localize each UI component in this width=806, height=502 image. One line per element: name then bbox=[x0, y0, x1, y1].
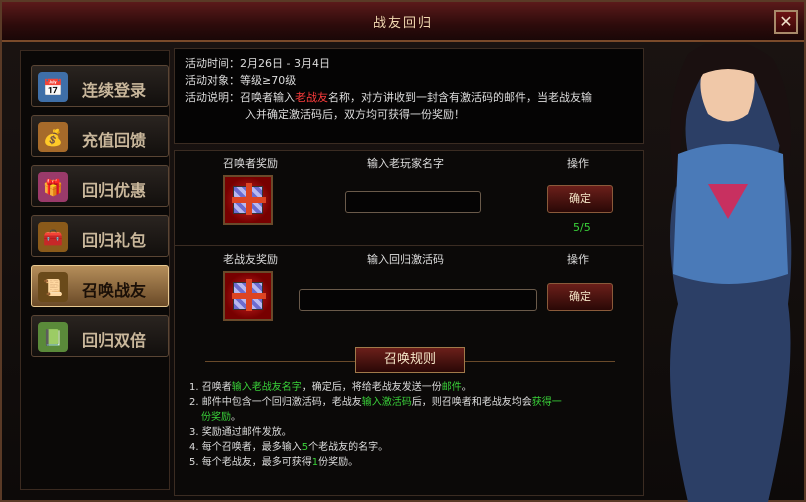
event-target: 活动对象：等级≥70级 bbox=[185, 72, 633, 89]
rule-2-cont: 份奖励。 bbox=[189, 410, 639, 425]
summoner-row: 召唤者奖励 输入老玩家名字 操作 确定 5/5 bbox=[175, 151, 643, 245]
veteran-reward-gift-icon[interactable] bbox=[223, 271, 273, 321]
exp-scroll-icon: 📗 bbox=[38, 322, 68, 352]
rules-list: 1. 召唤者输入老战友名字，确定后，将给老战友发送一份邮件。 2. 邮件中包含一… bbox=[189, 380, 639, 470]
rule-1: 1. 召唤者输入老战友名字，确定后，将给老战友发送一份邮件。 bbox=[189, 380, 639, 395]
sidebar-item-label: 回归双倍 bbox=[82, 331, 147, 350]
sidebar-item-recharge[interactable]: 💰 充值回馈 bbox=[31, 115, 169, 157]
rule-5: 5. 每个老战友，最多可获得1份奖励。 bbox=[189, 455, 639, 470]
summoner-reward-gift-icon[interactable] bbox=[223, 175, 273, 225]
activation-code-input[interactable] bbox=[299, 289, 537, 311]
veteran-reward-header: 老战友奖励 bbox=[223, 253, 278, 266]
summoner-reward-header: 召唤者奖励 bbox=[223, 157, 278, 170]
sidebar-item-label: 回归优惠 bbox=[82, 181, 147, 200]
rule-text: 4. 每个召唤者，最多输入 bbox=[189, 442, 302, 453]
sidebar: 📅 连续登录 💰 充值回馈 🎁 回归优惠 🧰 回归礼包 📜 召唤战友 📗 回归双… bbox=[20, 50, 170, 490]
sidebar-item-return-pack[interactable]: 🧰 回归礼包 bbox=[31, 215, 169, 257]
event-time-value: 2月26日 - 3月4日 bbox=[240, 57, 330, 70]
rule-text: 。 bbox=[461, 382, 472, 393]
summon-confirm-button[interactable]: 确定 bbox=[547, 185, 613, 213]
character-portrait bbox=[670, 44, 792, 502]
rule-highlight: 输入激活码 bbox=[361, 397, 412, 408]
money-bag-icon: 💰 bbox=[38, 122, 68, 152]
veteran-row: 老战友奖励 输入回归激活码 操作 确定 bbox=[175, 247, 643, 341]
rules-title: 召唤规则 bbox=[355, 347, 465, 373]
sidebar-item-summon-friends[interactable]: 📜 召唤战友 bbox=[31, 265, 169, 307]
rule-text: 。 bbox=[231, 412, 241, 423]
gift-icon: 🎁 bbox=[38, 172, 68, 202]
sidebar-item-return-double[interactable]: 📗 回归双倍 bbox=[31, 315, 169, 357]
veteran-name-input[interactable] bbox=[345, 191, 481, 213]
event-time-label: 活动时间： bbox=[185, 57, 240, 70]
rule-highlight: 邮件 bbox=[441, 382, 462, 393]
summoner-input-header: 输入老玩家名字 bbox=[367, 157, 444, 170]
event-target-value: 等级≥70级 bbox=[240, 74, 297, 87]
rule-text: 份奖励。 bbox=[318, 457, 359, 468]
rule-text: 5. 每个老战友，最多可获得 bbox=[189, 457, 312, 468]
rule-3: 3. 奖励通过邮件发放。 bbox=[189, 427, 292, 438]
rule-text: 2. 邮件中包含一个回归激活码，老战友 bbox=[189, 397, 362, 408]
summon-count: 5/5 bbox=[573, 221, 591, 234]
event-desc-text: 召唤者输入 bbox=[240, 91, 295, 104]
rule-2: 2. 邮件中包含一个回归激活码，老战友输入激活码后，则召唤者和老战友均会获得一 bbox=[189, 395, 639, 410]
event-desc-label: 活动说明： bbox=[185, 91, 240, 104]
rule-text: 后，则召唤者和老战友均会 bbox=[411, 397, 532, 408]
rules-divider-right bbox=[465, 361, 615, 362]
close-button[interactable]: ✕ bbox=[774, 10, 798, 34]
event-desc: 活动说明：召唤者输入老战友名称，对方讲收到一封含有激活码的邮件，当老战友输 bbox=[185, 89, 633, 106]
event-time: 活动时间：2月26日 - 3月4日 bbox=[185, 55, 633, 72]
sidebar-item-consecutive-login[interactable]: 📅 连续登录 bbox=[31, 65, 169, 107]
summoner-action-header: 操作 bbox=[567, 157, 589, 170]
rule-highlight: 获得一 bbox=[531, 397, 562, 408]
rule-highlight: 份奖励 bbox=[201, 412, 231, 423]
sidebar-item-return-discount[interactable]: 🎁 回归优惠 bbox=[31, 165, 169, 207]
rule-4: 4. 每个召唤者，最多输入5个老战友的名字。 bbox=[189, 440, 639, 455]
summon-panel: 召唤者奖励 输入老玩家名字 操作 确定 5/5 老战友奖励 输入回归激活码 操作… bbox=[174, 150, 644, 496]
veteran-action-header: 操作 bbox=[567, 253, 589, 266]
event-desc-highlight: 老战友 bbox=[295, 91, 328, 104]
event-info: 活动时间：2月26日 - 3月4日 活动对象：等级≥70级 活动说明：召唤者输入… bbox=[174, 48, 644, 144]
rule-highlight: 输入老战友名字 bbox=[231, 382, 302, 393]
rule-text: 1. 召唤者 bbox=[189, 382, 232, 393]
veteran-input-header: 输入回归激活码 bbox=[367, 253, 444, 266]
sidebar-item-label: 充值回馈 bbox=[82, 131, 147, 150]
rule-text: ，确定后，将给老战友发送一份 bbox=[301, 382, 442, 393]
activation-confirm-button[interactable]: 确定 bbox=[547, 283, 613, 311]
rule-text: 个老战友的名字。 bbox=[308, 442, 389, 453]
title-bar: 战友回归 ✕ bbox=[2, 2, 804, 42]
event-desc-line2: 入并确定激活码后，双方均可获得一份奖励！ bbox=[245, 108, 465, 121]
sidebar-item-label: 连续登录 bbox=[82, 81, 147, 100]
treasure-chest-icon: 🧰 bbox=[38, 222, 68, 252]
dialog-window: 战友回归 ✕ 📅 连续登录 💰 充值回馈 🎁 回归优惠 🧰 回归礼包 📜 召唤战… bbox=[0, 0, 806, 502]
event-desc-text-2: 名称，对方讲收到一封含有激活码的邮件，当老战友输 bbox=[328, 91, 592, 104]
row-divider bbox=[175, 245, 643, 246]
window-title: 战友回归 bbox=[372, 16, 433, 31]
sidebar-item-label: 回归礼包 bbox=[82, 231, 147, 250]
scroll-icon: 📜 bbox=[38, 272, 68, 302]
rules-divider-left bbox=[205, 361, 355, 362]
calendar-icon: 📅 bbox=[38, 72, 68, 102]
event-target-label: 活动对象： bbox=[185, 74, 240, 87]
sidebar-item-label: 召唤战友 bbox=[82, 281, 147, 300]
